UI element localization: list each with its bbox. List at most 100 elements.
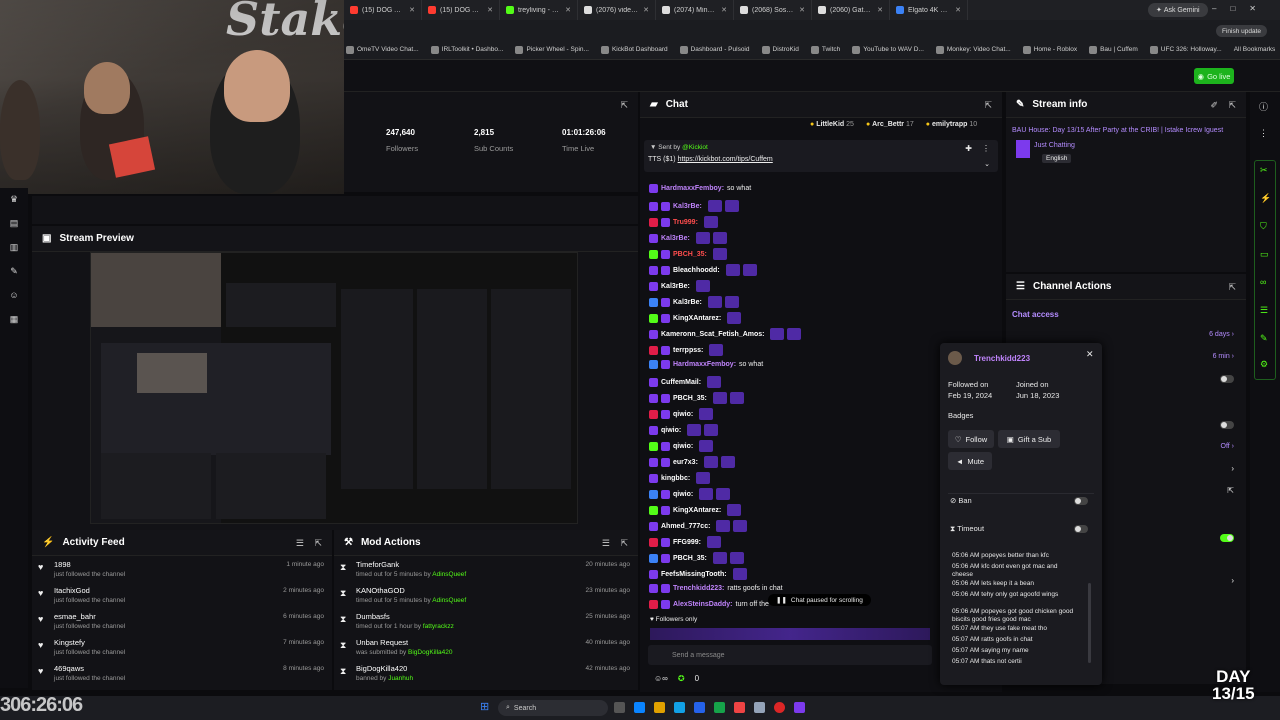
chat-username[interactable]: qiwio:: [673, 411, 693, 418]
mute-button[interactable]: ◄ Mute: [948, 452, 992, 470]
chat-username[interactable]: FFG999:: [673, 539, 701, 546]
chat-message[interactable]: PBCH_35:: [649, 552, 744, 564]
info-icon[interactable]: ⓘ: [1259, 100, 1268, 113]
chat-message[interactable]: Bleachhoodd:: [649, 264, 757, 276]
toggle-2[interactable]: [1220, 421, 1234, 429]
close-icon[interactable]: ✕: [409, 6, 415, 14]
mod-action-moderator[interactable]: fattyrackzz: [423, 623, 454, 630]
top-gifter[interactable]: ● Arc_Bettr 17: [866, 121, 914, 128]
mod-action-moderator[interactable]: BigDogKilla420: [408, 649, 452, 656]
chrome-icon[interactable]: [774, 702, 785, 713]
finish-update-button[interactable]: Finish update: [1216, 25, 1268, 37]
pinned-message[interactable]: ▼ Sent by @Kickiot TTS ($1) https://kick…: [644, 140, 998, 172]
trophy-icon[interactable]: ♛: [9, 194, 19, 204]
chat-username[interactable]: CuffemMail:: [661, 379, 701, 386]
chat-username[interactable]: Trenchkidd223:: [673, 585, 724, 592]
browser-tab[interactable]: (2068) SosaGrimz o✕: [734, 0, 812, 20]
kebab-icon[interactable]: ⋮: [1259, 128, 1268, 139]
edge-icon[interactable]: [634, 702, 645, 713]
link-icon[interactable]: ∞: [1260, 277, 1266, 287]
bookmark-item[interactable]: Picker Wheel - Spin...: [509, 45, 595, 54]
stream-preview-video[interactable]: [90, 252, 578, 524]
bookmark-item[interactable]: Dashboard - Pulsoid: [674, 45, 756, 54]
browser-tab[interactable]: (15) DOG AND DUI ✕: [344, 0, 422, 20]
close-icon[interactable]: ✕: [799, 6, 805, 14]
mod-action-target[interactable]: TimeforGank: [356, 560, 399, 569]
wrench-icon[interactable]: ✎: [9, 266, 19, 276]
chat-message[interactable]: Kal3rBe:: [649, 200, 739, 212]
off-row[interactable]: Off ›: [1221, 443, 1235, 450]
chat-paused-banner[interactable]: ❚❚ Chat paused for scrolling: [768, 594, 871, 606]
mod-action-target[interactable]: Unban Request: [356, 638, 408, 647]
chat-message[interactable]: KingXAntarez:: [649, 504, 742, 516]
chat-message[interactable]: qiwio:: [649, 440, 714, 452]
chat-message[interactable]: CuffemMail:: [649, 376, 722, 388]
dashboard-icon[interactable]: ▤: [9, 218, 19, 228]
activity-username[interactable]: 1898: [54, 560, 71, 569]
bolt-icon[interactable]: ⚡: [1260, 193, 1271, 204]
bookmark-item[interactable]: KickBot Dashboard: [595, 45, 674, 54]
clip-icon[interactable]: ✂: [1260, 165, 1268, 176]
bookmark-item[interactable]: Home - Roblox: [1017, 45, 1083, 54]
mod-action-target[interactable]: KANOthaGOD: [356, 586, 405, 595]
go-live-button[interactable]: ◉ Go live: [1194, 68, 1234, 84]
chat-username[interactable]: qiwio:: [673, 491, 693, 498]
windows-start-icon[interactable]: ⊞: [480, 702, 491, 713]
top-gifter[interactable]: ● LittleKid 25: [810, 121, 854, 128]
analytics-icon[interactable]: ▥: [9, 242, 19, 252]
mod-action-moderator[interactable]: AdinsQueef: [432, 597, 466, 604]
follow-button[interactable]: ♡ Follow: [948, 430, 994, 448]
bookmark-item[interactable]: Twitch: [805, 45, 846, 54]
emote-row[interactable]: [650, 628, 930, 640]
close-icon[interactable]: ✕: [1086, 349, 1094, 360]
chat-username[interactable]: Kal3rBe:: [661, 283, 690, 290]
chat-username[interactable]: AlexSteinsDaddy:: [673, 601, 733, 608]
chat-username[interactable]: Kal3rBe:: [661, 235, 690, 242]
mod-action-target[interactable]: BigDogKilla420: [356, 664, 407, 673]
chat-message[interactable]: terrppss:: [649, 344, 724, 356]
activity-item[interactable]: ♥ esmae_bahr just followed the channel 6 mi…: [32, 610, 332, 636]
chat-username[interactable]: Kal3rBe:: [673, 299, 702, 306]
chat-username[interactable]: Kal3rBe:: [673, 203, 702, 210]
more-icon[interactable]: ⋮: [982, 144, 990, 153]
chat-message[interactable]: qiwio:: [649, 408, 714, 420]
popout-icon[interactable]: ⇱: [984, 100, 992, 111]
timeout-toggle[interactable]: [1074, 525, 1088, 533]
window-controls[interactable]: –□✕: [1212, 4, 1270, 13]
popout-icon[interactable]: ⇱: [1227, 486, 1234, 495]
chat-message[interactable]: PBCH_35:: [649, 248, 727, 260]
pinned-link[interactable]: https://kickbot.com/tips/Cuffem: [678, 156, 773, 163]
mod-action-moderator[interactable]: Juanhuh: [388, 675, 413, 682]
chat-username[interactable]: qiwio:: [661, 427, 681, 434]
chat-icon[interactable]: ▭: [1260, 249, 1269, 260]
bookmark-item[interactable]: DistroKid: [756, 45, 805, 54]
toggle-on[interactable]: [1220, 534, 1234, 542]
chat-message[interactable]: AlexSteinsDaddy: turn off the: [649, 600, 769, 609]
activity-item[interactable]: ♥ ItachixGod just followed the channel 2 mi…: [32, 584, 332, 610]
chat-username[interactable]: HardmaxxFemboy:: [673, 361, 736, 368]
chat-message[interactable]: HardmaxxFemboy: so what: [649, 184, 751, 193]
chat-message[interactable]: Trenchkidd223: ratts goofs in chat: [649, 584, 783, 593]
chat-username[interactable]: HardmaxxFemboy:: [661, 185, 724, 192]
activity-username[interactable]: ItachixGod: [54, 586, 90, 595]
browser-tab[interactable]: (15) DOG AND DUI ✕: [422, 0, 500, 20]
chat-message[interactable]: Ahmed_777cc:: [649, 520, 748, 532]
list-icon[interactable]: ☰: [1260, 305, 1268, 316]
chat-message[interactable]: eur7x3:: [649, 456, 735, 468]
chat-username[interactable]: PBCH_35:: [673, 395, 707, 402]
activity-username[interactable]: esmae_bahr: [54, 612, 96, 621]
all-bookmarks[interactable]: All Bookmarks: [1228, 46, 1280, 53]
mod-action-item[interactable]: ⧗ Unban Request was submitted by BigDogKil…: [334, 636, 638, 662]
chat-message[interactable]: FFG999:: [649, 536, 722, 548]
app-icon[interactable]: [694, 702, 705, 713]
chat-username[interactable]: eur7x3:: [673, 459, 698, 466]
chevron-down-icon[interactable]: ⌄: [984, 160, 990, 168]
activity-item[interactable]: ♥ 1898 just followed the channel 1 minute a…: [32, 558, 332, 584]
taskbar-search[interactable]: ⌕ Search: [498, 700, 608, 716]
app-icon[interactable]: [794, 702, 805, 713]
chat-username[interactable]: Kameronn_Scat_Fetish_Amos:: [661, 331, 764, 338]
points-icon[interactable]: ✪: [678, 674, 685, 683]
mod-action-target[interactable]: Dumbasfs: [356, 612, 390, 621]
filter-icon[interactable]: ☰: [602, 538, 610, 549]
chat-message[interactable]: Kal3rBe:: [649, 296, 739, 308]
